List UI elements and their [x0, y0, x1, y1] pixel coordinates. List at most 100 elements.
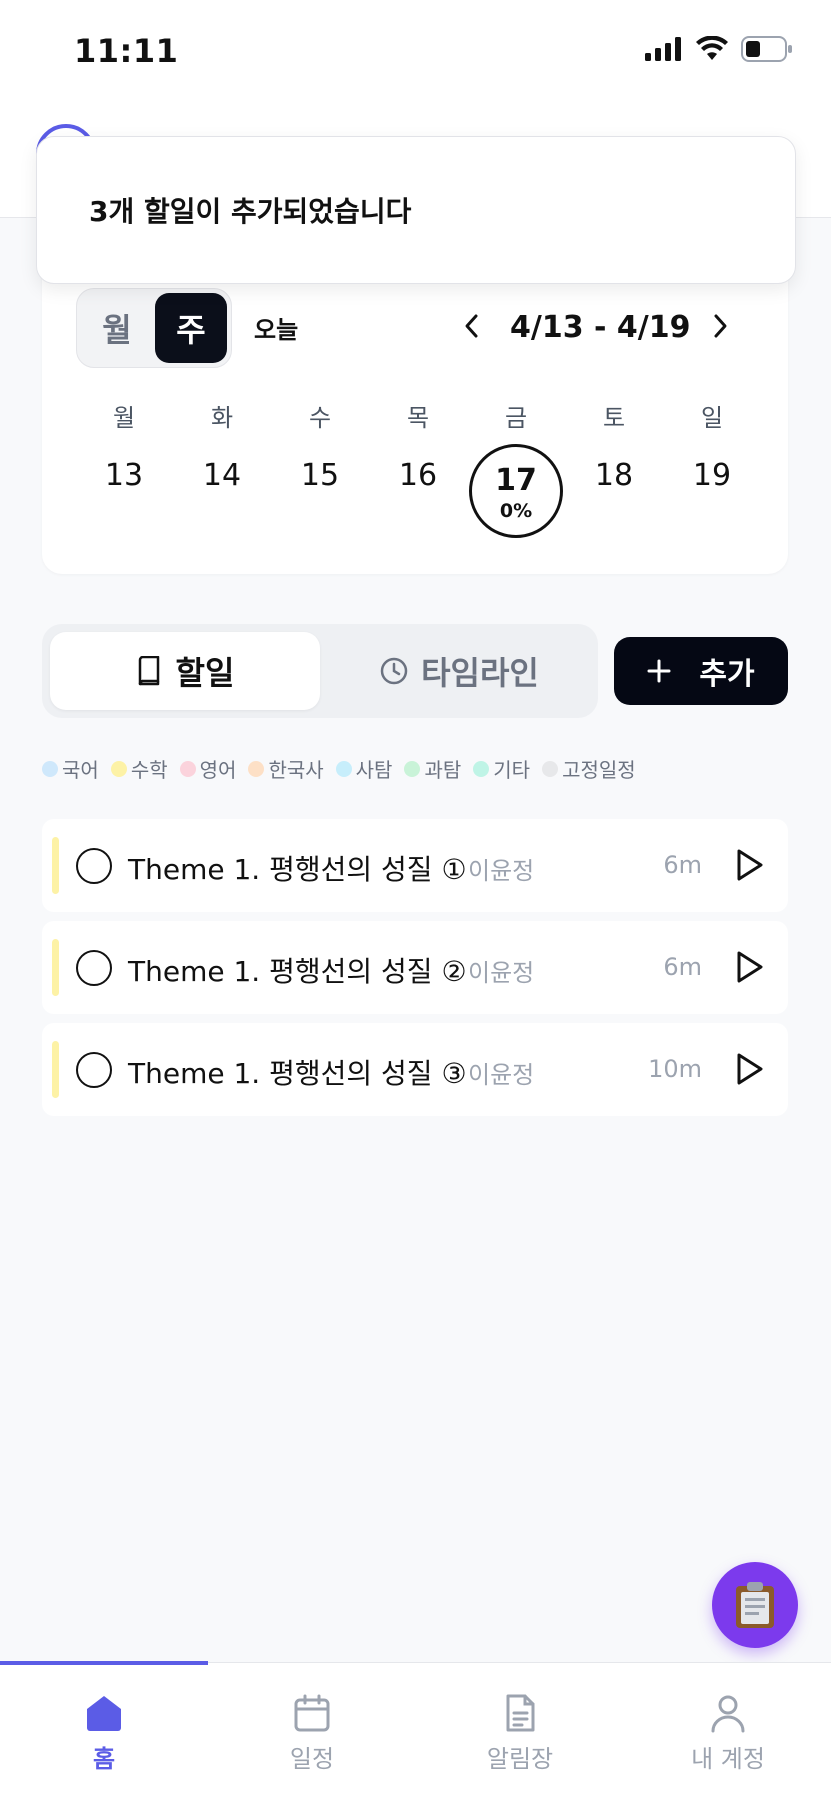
- legend-item: 국어: [42, 754, 99, 783]
- legend-dot: [473, 760, 490, 777]
- nav-notice-label: 알림장: [486, 1745, 554, 1773]
- todo-checkbox[interactable]: [76, 848, 112, 884]
- legend-item: 고정일정: [542, 754, 636, 783]
- home-icon: [87, 1696, 121, 1731]
- date-cell[interactable]: 18: [565, 444, 663, 540]
- today-button[interactable]: 오늘: [254, 310, 298, 345]
- chevron-right-icon: [714, 314, 727, 338]
- legend-dot: [404, 760, 421, 777]
- legend-label: 한국사: [268, 758, 324, 782]
- date-number: 13: [104, 458, 144, 493]
- add-button-label: 추가: [699, 657, 755, 692]
- todo-checkbox[interactable]: [76, 1052, 112, 1088]
- view-toggle: 월 주: [76, 288, 232, 368]
- date-number: 18: [594, 458, 634, 493]
- legend-label: 수학: [130, 758, 168, 782]
- document-icon: [506, 1694, 535, 1732]
- nav-notice[interactable]: 알림장: [416, 1693, 624, 1783]
- play-button[interactable]: [732, 847, 766, 883]
- todo-duration: 10m: [648, 1055, 702, 1083]
- clock-icon: [380, 657, 408, 685]
- subject-color-bar: [52, 939, 59, 996]
- date-cell[interactable]: 13: [75, 444, 173, 540]
- month-view-button[interactable]: 월: [81, 293, 153, 363]
- legend-dot: [42, 760, 58, 777]
- bottom-navigation: 홈 일정 알림장 내 계정: [0, 1661, 831, 1800]
- todo-checkbox[interactable]: [76, 950, 112, 986]
- toast-notification: 3개 할일이 추가되었습니다: [36, 136, 796, 284]
- todo-title: Theme 1. 평행선의 성질 ①: [128, 853, 467, 886]
- legend-label: 과탐: [424, 758, 462, 782]
- date-number: 19: [692, 458, 732, 493]
- date-number: 16: [398, 458, 438, 493]
- date-cell[interactable]: 19: [663, 444, 761, 540]
- plus-icon: [647, 659, 671, 683]
- todo-duration: 6m: [663, 953, 702, 981]
- nav-account[interactable]: 내 계정: [624, 1693, 831, 1783]
- week-range: 4/13 - 4/19: [510, 310, 691, 345]
- wifi-icon: [696, 36, 728, 60]
- status-icons: [645, 36, 793, 62]
- legend-item: 기타: [473, 754, 530, 783]
- play-icon: [737, 951, 763, 983]
- date-cell-today[interactable]: 17 0%: [469, 444, 563, 538]
- prev-week-button[interactable]: [452, 306, 492, 346]
- todo-teacher: 이윤정: [468, 959, 535, 987]
- tab-timeline[interactable]: 타임라인: [328, 632, 590, 710]
- legend-dot: [179, 760, 196, 777]
- date-cell[interactable]: 14: [173, 444, 271, 540]
- legend-label: 기타: [493, 758, 531, 782]
- weekday-label: 토: [602, 404, 626, 432]
- legend-label: 영어: [199, 758, 237, 782]
- clipboard-fab[interactable]: [712, 1562, 798, 1648]
- weekday-label: 금: [504, 404, 528, 432]
- subject-color-bar: [52, 1041, 59, 1098]
- weekday-label: 일: [700, 404, 724, 432]
- todo-teacher: 이윤정: [468, 1061, 535, 1089]
- weekday-row: 월 화 수 목 금 토 일: [75, 398, 765, 433]
- nav-schedule[interactable]: 일정: [208, 1693, 416, 1783]
- nav-home-label: 홈: [92, 1745, 116, 1773]
- legend-dot: [248, 760, 265, 777]
- add-todo-button[interactable]: 추가: [614, 637, 788, 705]
- todo-item[interactable]: Theme 1. 평행선의 성질 ① 이윤정 6m: [42, 819, 788, 912]
- legend-dot: [335, 760, 352, 777]
- nav-schedule-label: 일정: [289, 1745, 335, 1773]
- legend-label: 고정일정: [562, 758, 636, 782]
- chevron-left-icon: [465, 314, 478, 338]
- book-icon: [138, 656, 159, 686]
- date-number: 14: [202, 458, 242, 493]
- date-cell[interactable]: 16: [369, 444, 467, 540]
- user-icon: [711, 1695, 745, 1733]
- todo-item[interactable]: Theme 1. 평행선의 성질 ② 이윤정 6m: [42, 921, 788, 1014]
- subject-color-bar: [52, 837, 59, 894]
- date-number: 17: [495, 463, 537, 498]
- legend-item: 영어: [179, 754, 237, 783]
- status-time: 11:11: [74, 32, 179, 70]
- cellular-signal-icon: [645, 37, 681, 61]
- play-icon: [737, 1053, 763, 1085]
- play-button[interactable]: [732, 1051, 766, 1087]
- todo-list: Theme 1. 평행선의 성질 ① 이윤정 6m Theme 1. 평행선의 성질 …: [42, 819, 788, 1125]
- legend-item: 사탐: [335, 754, 392, 783]
- week-view-button[interactable]: 주: [155, 293, 227, 363]
- todo-item[interactable]: Theme 1. 평행선의 성질 ③ 이윤정 10m: [42, 1023, 788, 1116]
- legend-item: 수학: [110, 754, 168, 783]
- weekday-label: 목: [406, 404, 430, 432]
- clipboard-icon: [736, 1582, 774, 1628]
- todo-duration: 6m: [663, 851, 702, 879]
- tab-todo[interactable]: 할일: [50, 632, 320, 710]
- todo-title: Theme 1. 평행선의 성질 ②: [128, 955, 467, 988]
- date-number: 15: [300, 458, 340, 493]
- play-button[interactable]: [732, 949, 766, 985]
- legend-item: 과탐: [404, 754, 461, 783]
- date-row: 13 14 15 16 17 0% 18 19: [75, 444, 765, 540]
- date-cell[interactable]: 15: [271, 444, 369, 540]
- weekday-label: 화: [210, 404, 234, 432]
- nav-home[interactable]: 홈: [0, 1693, 208, 1783]
- content-tabs: 할일 타임라인: [42, 624, 598, 718]
- legend-dot: [110, 760, 127, 777]
- next-week-button[interactable]: [700, 306, 740, 346]
- status-bar: 11:11: [0, 0, 831, 110]
- play-icon: [737, 849, 763, 881]
